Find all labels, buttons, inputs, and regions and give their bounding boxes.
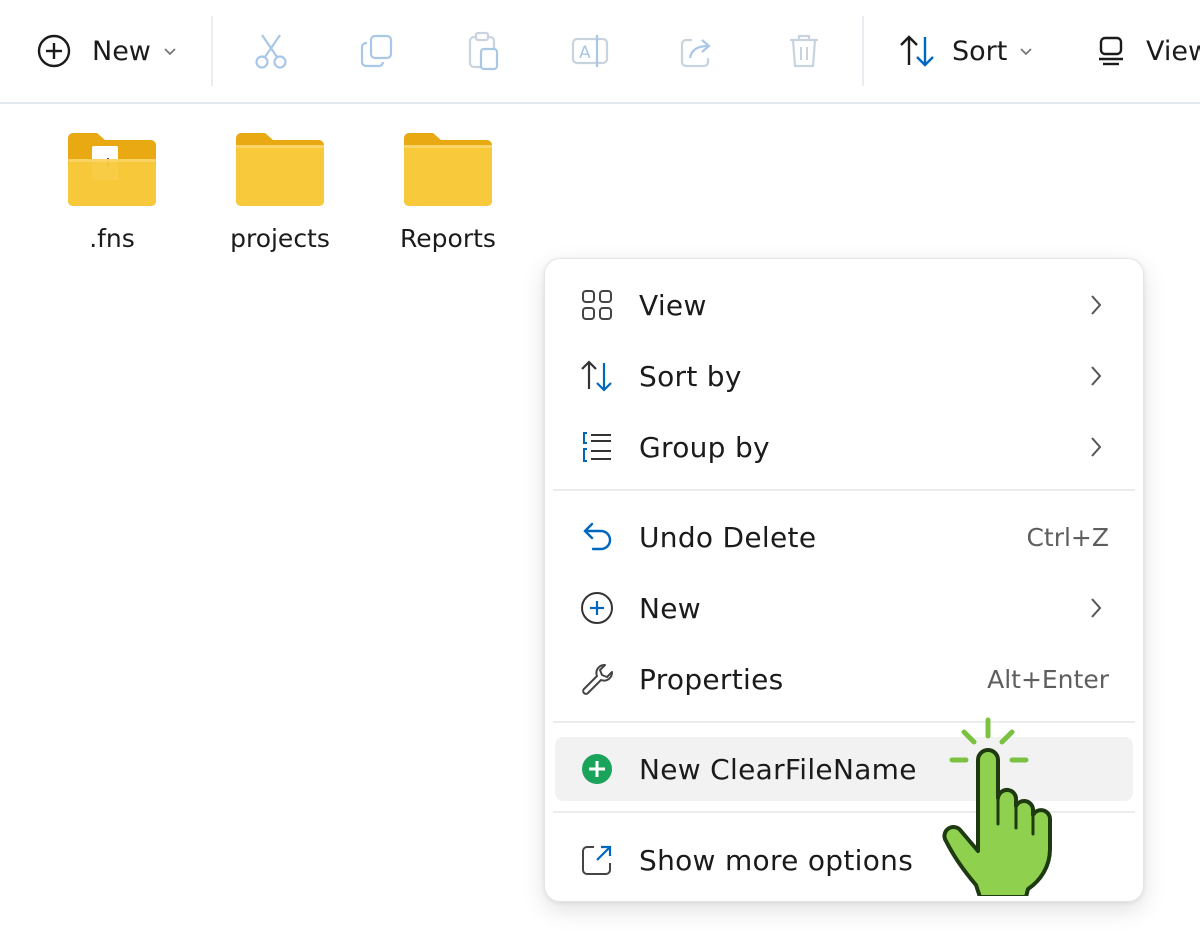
clipboard-icon bbox=[466, 31, 502, 71]
grid-view-icon bbox=[579, 287, 615, 323]
delete-button[interactable] bbox=[786, 0, 822, 102]
folder-label: projects bbox=[230, 224, 330, 253]
hand-pointer-icon bbox=[936, 716, 1066, 900]
group-list-icon bbox=[579, 429, 615, 465]
view-button-label: View bbox=[1146, 35, 1200, 67]
sort-arrows-icon bbox=[898, 33, 936, 69]
menu-item-label: New bbox=[639, 591, 701, 625]
folder-label: Reports bbox=[400, 224, 496, 253]
sort-arrows-icon bbox=[579, 358, 615, 394]
sort-button-label: Sort bbox=[952, 35, 1008, 67]
chevron-down-icon bbox=[1019, 42, 1033, 61]
scissors-icon bbox=[252, 31, 290, 71]
copy-button[interactable] bbox=[358, 0, 396, 102]
new-button[interactable]: New bbox=[36, 0, 177, 102]
keyboard-shortcut: Alt+Enter bbox=[987, 664, 1109, 694]
menu-item-label: Group by bbox=[639, 430, 770, 464]
menu-item-properties[interactable]: Properties Alt+Enter bbox=[555, 647, 1133, 711]
open-external-icon bbox=[579, 842, 615, 878]
menu-item-label: Show more options bbox=[639, 843, 914, 877]
cut-button[interactable] bbox=[252, 0, 290, 102]
chevron-right-icon bbox=[1089, 364, 1103, 392]
folder-item[interactable]: .fns bbox=[37, 128, 187, 253]
chevron-down-icon bbox=[163, 42, 177, 61]
folder-item[interactable]: projects bbox=[205, 128, 355, 253]
share-icon bbox=[678, 32, 716, 70]
folder-icon bbox=[205, 128, 355, 210]
green-plus-circle-icon bbox=[579, 751, 615, 787]
menu-item-group-by[interactable]: Group by bbox=[555, 415, 1133, 479]
view-button[interactable]: View bbox=[1096, 0, 1200, 102]
folder-icon bbox=[373, 128, 523, 210]
paste-button[interactable] bbox=[466, 0, 502, 102]
folder-with-file-icon bbox=[37, 128, 187, 210]
plus-circle-icon bbox=[579, 590, 615, 626]
undo-icon bbox=[579, 519, 615, 555]
command-bar: New A Sort View bbox=[0, 0, 1200, 104]
svg-text:A: A bbox=[579, 43, 591, 63]
menu-item-undo-delete[interactable]: Undo Delete Ctrl+Z bbox=[555, 505, 1133, 569]
toolbar-separator bbox=[862, 16, 864, 86]
monitor-icon bbox=[1096, 34, 1126, 68]
menu-item-label: View bbox=[639, 288, 707, 322]
menu-item-sort-by[interactable]: Sort by bbox=[555, 344, 1133, 408]
menu-item-label: New ClearFileName bbox=[639, 752, 917, 786]
rename-icon: A bbox=[570, 32, 610, 70]
trash-icon bbox=[786, 32, 822, 70]
menu-item-view[interactable]: View bbox=[555, 273, 1133, 337]
menu-item-label: Properties bbox=[639, 662, 784, 696]
sort-button[interactable]: Sort bbox=[898, 0, 1033, 102]
share-button[interactable] bbox=[678, 0, 716, 102]
chevron-right-icon bbox=[1089, 596, 1103, 624]
plus-circle-icon bbox=[36, 33, 72, 69]
new-button-label: New bbox=[92, 35, 151, 67]
menu-item-new[interactable]: New bbox=[555, 576, 1133, 640]
keyboard-shortcut: Ctrl+Z bbox=[1026, 522, 1109, 552]
menu-item-label: Sort by bbox=[639, 359, 742, 393]
menu-item-label: Undo Delete bbox=[639, 520, 817, 554]
menu-divider bbox=[553, 489, 1135, 491]
toolbar-separator bbox=[211, 16, 213, 86]
folder-label: .fns bbox=[89, 224, 135, 253]
rename-button[interactable]: A bbox=[570, 0, 610, 102]
copy-icon bbox=[358, 32, 396, 70]
folder-item[interactable]: Reports bbox=[373, 128, 523, 253]
chevron-right-icon bbox=[1089, 293, 1103, 321]
wrench-icon bbox=[579, 661, 615, 697]
chevron-right-icon bbox=[1089, 435, 1103, 463]
